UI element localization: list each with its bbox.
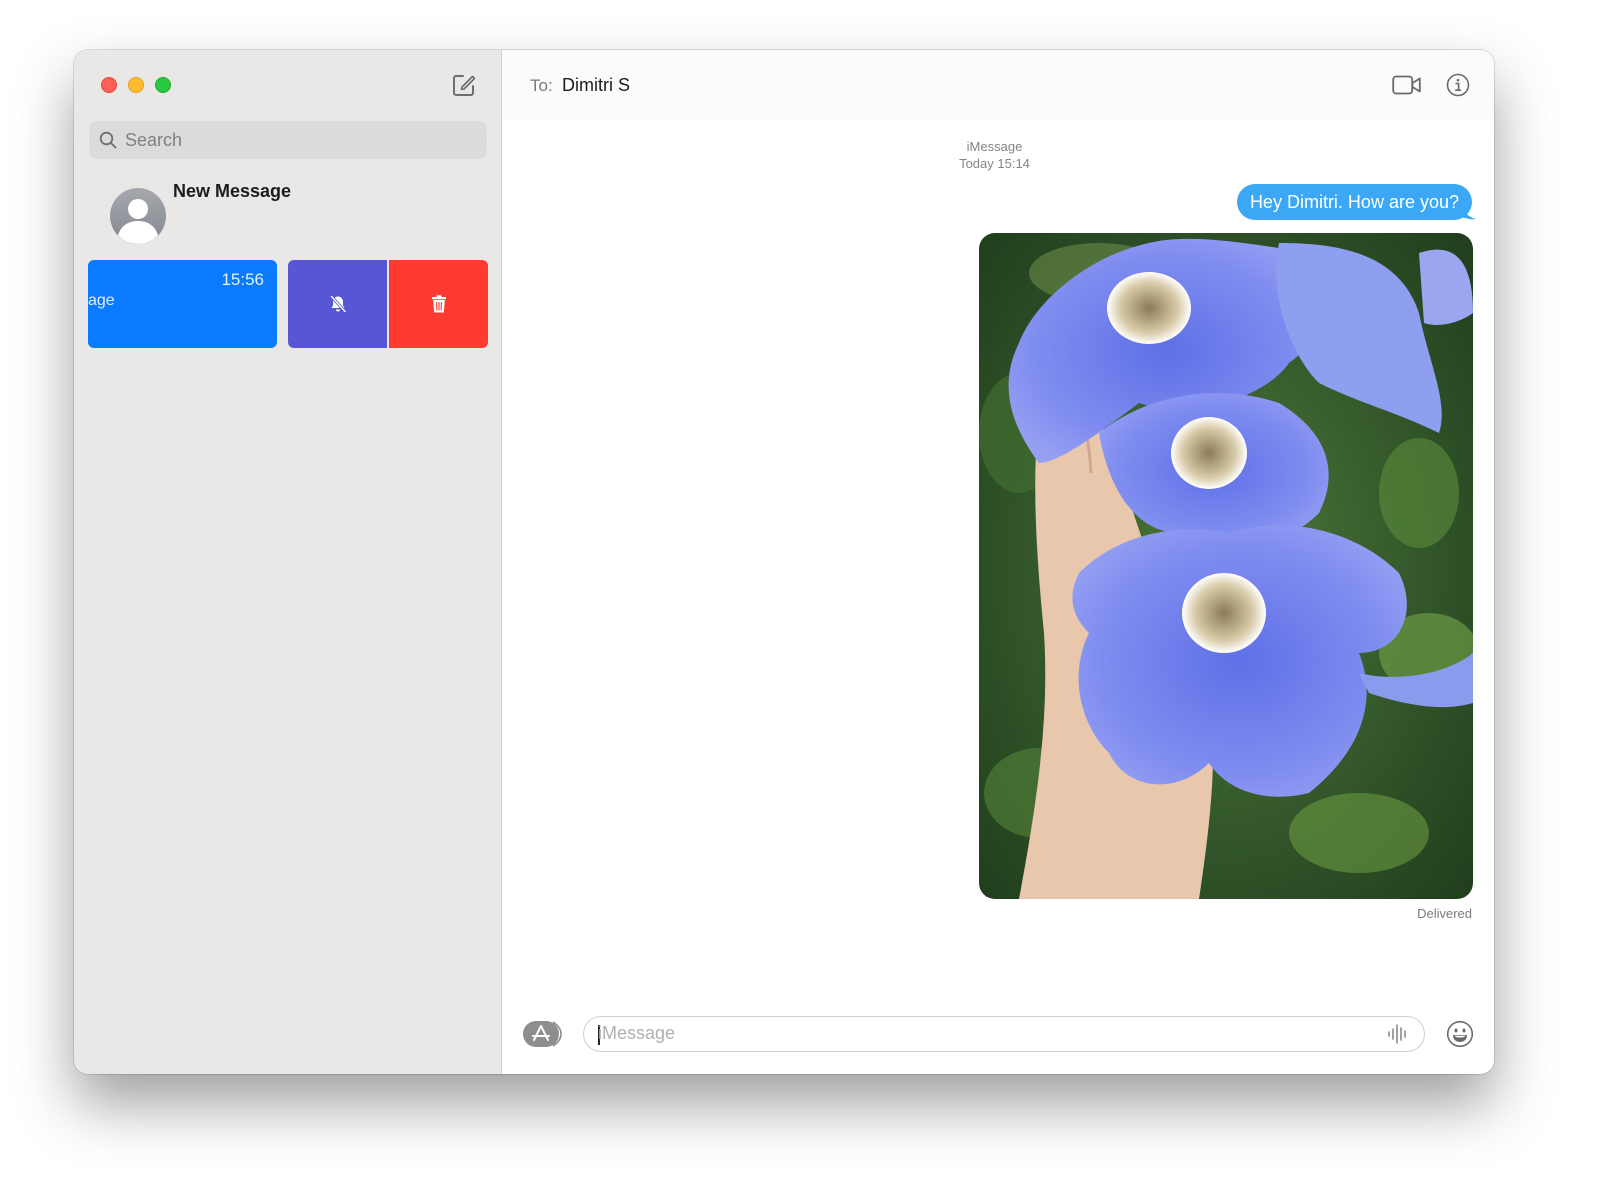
search-input[interactable] — [125, 129, 465, 151]
search-icon — [99, 131, 117, 149]
emoji-icon — [1446, 1020, 1474, 1048]
conversation-header: To: Dimitri S — [503, 50, 1494, 120]
compose-button[interactable] — [451, 72, 477, 98]
conversation-title: New Message — [173, 181, 292, 201]
messages-window: New Message 15:56 age — [74, 50, 1494, 1074]
video-camera-icon — [1392, 75, 1421, 95]
bubble-tail — [1460, 204, 1476, 220]
apps-button[interactable] — [523, 1020, 563, 1048]
conversation-time: 15:56 — [221, 270, 264, 289]
sidebar: New Message 15:56 age — [74, 50, 502, 1074]
person-placeholder-icon — [118, 199, 158, 244]
service-timestamp: iMessage Today 15:14 — [503, 138, 1494, 172]
compose-icon — [453, 75, 476, 96]
to-label: To: — [530, 76, 553, 95]
emoji-button[interactable] — [1446, 1020, 1474, 1048]
message-timestamp: Today 15:14 — [959, 156, 1030, 171]
message-field[interactable] — [583, 1016, 1425, 1052]
delete-conversation-button[interactable] — [389, 260, 488, 348]
message-photo-attachment[interactable] — [979, 233, 1473, 899]
message-bubble-outgoing[interactable]: Hey Dimitri. How are you? — [1236, 184, 1472, 220]
conversation-item-new-message[interactable]: New Message — [110, 178, 490, 248]
minimize-window-button[interactable] — [128, 77, 144, 93]
recipient-name[interactable]: Dimitri S — [562, 75, 630, 96]
record-audio-button[interactable] — [1386, 1023, 1410, 1045]
traffic-lights — [101, 77, 171, 93]
avatar — [110, 188, 166, 244]
conversation-pane: To: Dimitri S iMessage Today 15:14 Hey D… — [503, 50, 1494, 1074]
waveform-icon — [1388, 1024, 1406, 1044]
facetime-video-button[interactable] — [1392, 74, 1422, 96]
service-name: iMessage — [966, 139, 1023, 154]
message-input[interactable] — [598, 1017, 1358, 1050]
flower-photo — [979, 233, 1473, 899]
mute-conversation-button[interactable] — [288, 260, 387, 348]
maximize-window-button[interactable] — [155, 77, 171, 93]
swiped-conversation-row: 15:56 age — [88, 260, 488, 348]
trash-icon — [431, 295, 446, 313]
conversation-item-selected[interactable]: 15:56 age — [88, 260, 277, 348]
app-store-icon — [523, 1021, 562, 1047]
info-icon — [1446, 73, 1470, 97]
bell-slash-icon — [329, 295, 346, 313]
search-field[interactable] — [89, 121, 487, 159]
delivery-status: Delivered — [1417, 906, 1472, 921]
conversation-preview: age — [88, 292, 115, 309]
details-button[interactable] — [1446, 73, 1470, 97]
close-window-button[interactable] — [101, 77, 117, 93]
